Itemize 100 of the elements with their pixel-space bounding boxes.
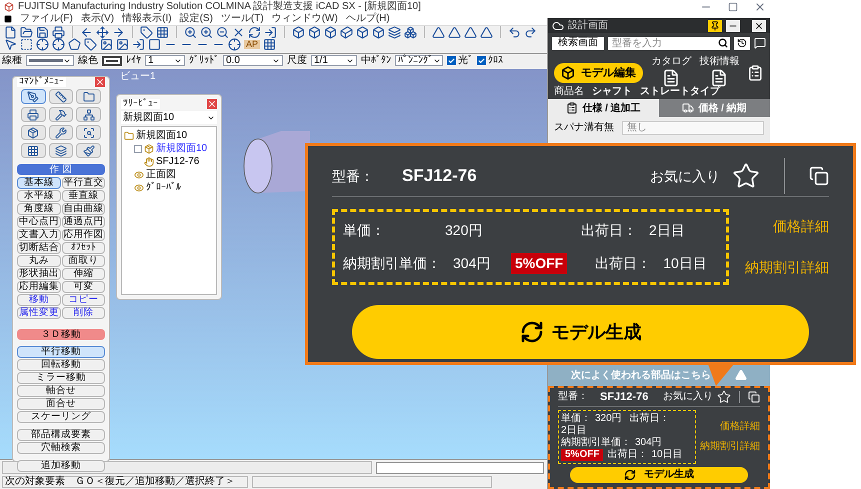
- detail-link[interactable]: 納期割引詳細: [700, 441, 760, 453]
- cube-icon[interactable]: [356, 26, 369, 38]
- command-button[interactable]: 面合せ: [17, 398, 105, 410]
- close-button[interactable]: [752, 20, 766, 32]
- tool-button[interactable]: [76, 107, 101, 122]
- image-icon[interactable]: [100, 38, 113, 51]
- close-icon[interactable]: [95, 77, 105, 87]
- menu-item[interactable]: ウィンドウ(W): [272, 14, 338, 24]
- close-icon[interactable]: [232, 26, 245, 38]
- close-icon[interactable]: [754, 0, 766, 12]
- menu-item[interactable]: ツール(T): [220, 14, 264, 24]
- save-icon[interactable]: [36, 26, 49, 38]
- move-icon[interactable]: [96, 26, 109, 38]
- square-icon[interactable]: [148, 38, 161, 51]
- maximize-icon[interactable]: [728, 2, 738, 12]
- spec-sheet-icon[interactable]: [747, 63, 764, 83]
- tree-item[interactable]: 新規図面10: [136, 129, 188, 142]
- tool-button[interactable]: [48, 125, 74, 140]
- arrow-in-icon[interactable]: [264, 26, 277, 38]
- command-button[interactable]: 移動: [17, 294, 60, 306]
- triangle-icon[interactable]: [480, 26, 493, 38]
- pentagon-icon[interactable]: [68, 38, 81, 51]
- tree-item[interactable]: 新規図面10: [156, 142, 208, 155]
- command-button[interactable]: コピー: [62, 294, 105, 306]
- triangle-icon[interactable]: [464, 26, 477, 38]
- command-input-field[interactable]: [376, 462, 544, 474]
- crosshair-icon[interactable]: [36, 38, 49, 51]
- zoom-out-icon[interactable]: [216, 26, 229, 38]
- history-button[interactable]: [734, 36, 750, 50]
- tool-button[interactable]: [48, 107, 74, 122]
- tool-button[interactable]: [21, 143, 46, 158]
- zoom-in-icon[interactable]: [184, 26, 197, 38]
- command-button[interactable]: 削除: [62, 307, 105, 319]
- arrow-right-icon[interactable]: [112, 26, 125, 38]
- tool-button[interactable]: [76, 125, 101, 140]
- command-button[interactable]: 軸合せ: [17, 385, 105, 397]
- collapse-toggle[interactable]: [134, 144, 142, 152]
- tool-button[interactable]: [21, 125, 46, 140]
- menu-item[interactable]: 設定(S): [180, 14, 213, 24]
- file-icon[interactable]: [4, 26, 17, 38]
- detail-link[interactable]: 価格詳細: [720, 421, 760, 433]
- panel-tab[interactable]: 価格 / 納期: [659, 99, 770, 117]
- arrow-in-icon[interactable]: [132, 38, 145, 51]
- cube-icon[interactable]: [308, 26, 321, 38]
- star-icon[interactable]: [717, 390, 731, 404]
- zoom-in-icon[interactable]: [200, 26, 213, 38]
- detail-link[interactable]: 価格詳細: [773, 216, 829, 237]
- menu-item[interactable]: ヘルプ(H): [346, 14, 390, 24]
- scale-dropdown[interactable]: 1/1: [311, 55, 357, 66]
- cube-icon[interactable]: [292, 26, 305, 38]
- menu-item[interactable]: 表示(V): [80, 14, 114, 24]
- command-button[interactable]: 面取り: [62, 255, 105, 267]
- cube-icon[interactable]: [372, 26, 385, 38]
- tool-button[interactable]: [48, 143, 74, 158]
- search-field[interactable]: 型番を入力: [608, 36, 716, 50]
- drawing-dropdown[interactable]: 新規図面10: [121, 111, 217, 124]
- cube-icon[interactable]: [324, 26, 337, 38]
- command-button[interactable]: 応用作図: [62, 229, 105, 241]
- line-type-dropdown[interactable]: [26, 55, 74, 66]
- triangle-icon[interactable]: [448, 26, 461, 38]
- tree-item[interactable]: 正面図: [146, 168, 176, 181]
- tool-button[interactable]: [21, 107, 46, 122]
- tree-item[interactable]: ｸﾞﾛｰﾊﾞﾙ: [146, 181, 181, 194]
- command-button[interactable]: 形状抽出: [17, 268, 60, 280]
- image-icon[interactable]: [116, 38, 129, 51]
- boxes-icon[interactable]: [404, 26, 417, 38]
- checkbox[interactable]: [477, 56, 486, 65]
- command-button[interactable]: 垂直線: [62, 190, 105, 202]
- tree-item[interactable]: SFJ12-76: [156, 155, 200, 168]
- command-button[interactable]: スケーリング: [17, 411, 105, 423]
- cuboid-icon[interactable]: [340, 26, 353, 38]
- command-button[interactable]: 平行移動: [17, 346, 105, 358]
- grid-dropdown[interactable]: 0.0: [223, 55, 283, 66]
- detail-link[interactable]: 納期割引詳細: [745, 257, 829, 278]
- arrow-left-icon[interactable]: [80, 26, 93, 38]
- layers-icon[interactable]: [388, 26, 401, 38]
- model-edit-button[interactable]: モデル編集: [554, 63, 644, 83]
- checkbox[interactable]: [447, 56, 456, 65]
- command-button[interactable]: 穴軸検索: [17, 442, 105, 454]
- rotate-icon[interactable]: [248, 26, 261, 38]
- grid-icon[interactable]: [263, 38, 276, 51]
- middle-button-dropdown[interactable]: ﾊﾟﾝﾆﾝｸﾞ: [395, 55, 443, 66]
- star-icon[interactable]: [732, 162, 760, 190]
- tool-button[interactable]: [48, 89, 74, 104]
- generate-model-button[interactable]: モデル生成: [570, 467, 748, 483]
- tag-icon[interactable]: [140, 26, 153, 38]
- command-button[interactable]: 水平線: [17, 190, 60, 202]
- command-button[interactable]: 中心点円: [17, 216, 60, 228]
- line-color-swatch[interactable]: [102, 56, 122, 66]
- search-button[interactable]: [716, 36, 730, 50]
- command-button[interactable]: 属性変更: [17, 307, 60, 319]
- command-button[interactable]: 回転移動: [17, 359, 105, 371]
- printer-icon[interactable]: [52, 26, 65, 38]
- crosshair-icon[interactable]: [52, 38, 65, 51]
- menu-item[interactable]: 情報表示(I): [122, 14, 172, 24]
- tool-button[interactable]: [76, 143, 101, 158]
- command-button[interactable]: 角度線: [17, 203, 60, 215]
- command-button[interactable]: 基本線: [17, 177, 60, 189]
- command-button[interactable]: 自由曲線: [62, 203, 105, 215]
- command-button[interactable]: 伸縮: [62, 268, 105, 280]
